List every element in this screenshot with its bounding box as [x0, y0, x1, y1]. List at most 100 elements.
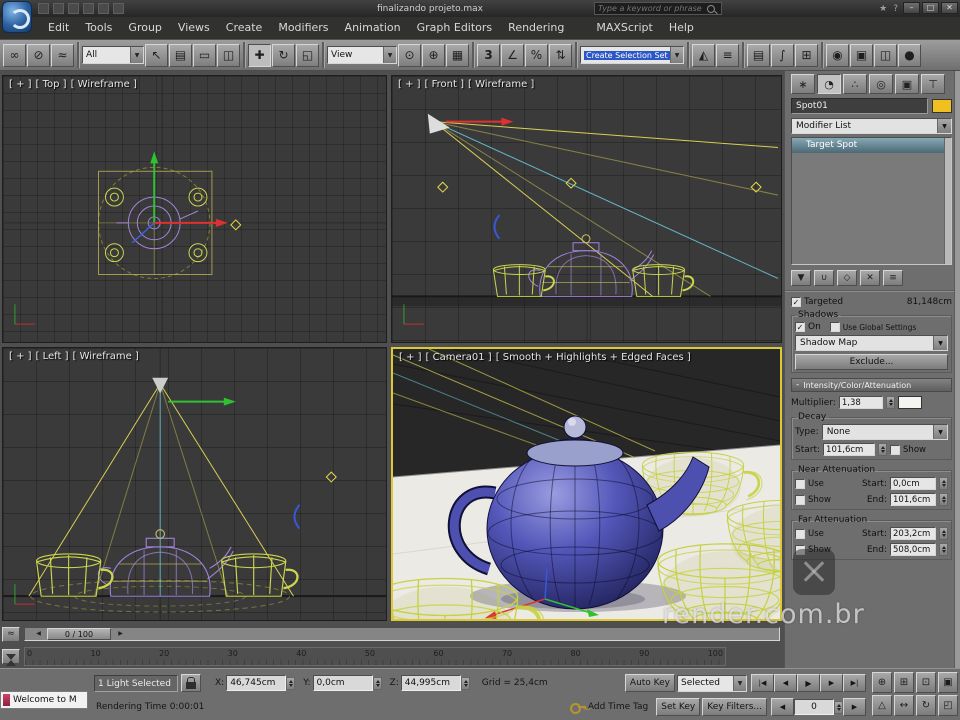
zoom-all-button[interactable]: ⊞	[894, 672, 914, 693]
minimize-button[interactable]: –	[903, 2, 920, 14]
menu-rendering[interactable]: Rendering	[500, 17, 572, 39]
stack-scrollbar[interactable]	[944, 138, 951, 264]
near-start-spinner[interactable]	[939, 477, 948, 490]
select-and-manipulate-button[interactable]: ⊕	[422, 43, 445, 67]
targeted-checkbox[interactable]: ✓	[791, 297, 801, 307]
chevron-down-icon[interactable]: ▼	[383, 47, 396, 63]
key-step-forward-button[interactable]: ▶	[843, 698, 866, 716]
x-spinner[interactable]	[286, 676, 296, 690]
maximize-button[interactable]: □	[922, 2, 939, 14]
titlebar-tool-icon[interactable]	[83, 3, 94, 14]
tab-hierarchy-icon[interactable]: ∴	[843, 74, 867, 94]
time-tag-hourglass-icon[interactable]	[2, 649, 20, 666]
key-filters-button[interactable]: Key Filters...	[702, 698, 767, 716]
render-setup-button[interactable]: ▣	[850, 43, 873, 67]
chevron-down-icon[interactable]: ▼	[933, 425, 947, 439]
go-to-end-button[interactable]: ▶|	[843, 674, 866, 692]
zoom-extents-all-button[interactable]: ▣	[938, 672, 958, 693]
near-show-checkbox[interactable]	[795, 494, 805, 505]
modifier-list-select[interactable]: Modifier List ▼	[791, 118, 952, 134]
far-start-field[interactable]: 203,2cm	[890, 527, 936, 540]
snap-toggle-3d-button[interactable]: 3	[477, 43, 500, 67]
decay-start-spinner[interactable]	[878, 443, 888, 456]
select-and-link-button[interactable]: ∞	[3, 43, 26, 67]
viewport-menu-shading[interactable]: [ Smooth + Highlights + Edged Faces ]	[496, 352, 691, 363]
titlebar-tool-icon[interactable]	[113, 3, 124, 14]
chevron-down-icon[interactable]: ▼	[933, 336, 947, 350]
favorites-star-icon[interactable]: ★	[879, 4, 887, 14]
key-selection-select[interactable]: Selected ▼	[677, 674, 747, 692]
z-coordinate-field[interactable]: 44,995cm	[400, 675, 461, 691]
near-end-field[interactable]: 101,6cm	[890, 493, 936, 506]
use-pivot-center-button[interactable]: ⊙	[398, 43, 421, 67]
viewport-front[interactable]: [ + ] [ Front ] [ Wireframe ]	[391, 75, 782, 343]
time-slider-handle[interactable]: 0 / 100	[47, 628, 111, 640]
shadows-on-checkbox[interactable]: ✓	[795, 322, 805, 332]
zoom-extents-button[interactable]: ⊡	[916, 672, 936, 693]
previous-frame-button[interactable]: ◀	[774, 674, 797, 692]
far-end-spinner[interactable]	[939, 543, 948, 556]
menu-tools[interactable]: Tools	[77, 17, 120, 39]
max-logo[interactable]	[2, 1, 32, 33]
align-button[interactable]: ≡	[716, 43, 739, 67]
auto-key-button[interactable]: Auto Key	[624, 674, 675, 692]
near-end-spinner[interactable]	[939, 493, 948, 506]
menu-views[interactable]: Views	[170, 17, 218, 39]
multiplier-spinner[interactable]	[885, 396, 895, 409]
far-start-spinner[interactable]	[939, 527, 948, 540]
search-icon[interactable]	[707, 4, 715, 13]
coordinate-system-select[interactable]: View ▼	[327, 46, 397, 64]
welcome-window-titlebar[interactable]: Welcome to M	[0, 691, 88, 709]
viewport-menu-shading[interactable]: [ Wireframe ]	[71, 79, 137, 90]
viewport-camera[interactable]: [ + ] [ Camera01 ] [ Smooth + Highlights…	[391, 347, 782, 621]
search-field[interactable]	[594, 2, 722, 15]
time-slider-next-icon[interactable]: ▶	[115, 629, 126, 639]
viewport-menu-name[interactable]: [ Camera01 ]	[426, 352, 492, 363]
command-panel-scrollbar[interactable]	[954, 71, 960, 668]
pan-button[interactable]: ↔	[894, 695, 914, 716]
menu-modifiers[interactable]: Modifiers	[270, 17, 336, 39]
viewport-menu-name[interactable]: [ Left ]	[36, 351, 69, 362]
decay-type-select[interactable]: None ▼	[821, 424, 948, 440]
viewport-menu-name[interactable]: [ Top ]	[36, 79, 67, 90]
layer-manager-button[interactable]: ▤	[747, 43, 770, 67]
close-button[interactable]: ✕	[941, 2, 958, 14]
tab-create-icon[interactable]: ∗	[791, 74, 815, 94]
frame-spinner[interactable]	[834, 700, 843, 714]
viewport-menu-plus[interactable]: [ + ]	[399, 352, 422, 363]
search-input[interactable]	[595, 4, 707, 13]
titlebar-tool-icon[interactable]	[68, 3, 79, 14]
play-button[interactable]: ▶	[797, 674, 820, 692]
viewport-menu-plus[interactable]: [ + ]	[9, 351, 32, 362]
exclude-button[interactable]: Exclude...	[795, 354, 948, 370]
schematic-view-button[interactable]: ⊞	[795, 43, 818, 67]
chevron-down-icon[interactable]: ▼	[733, 675, 746, 691]
far-end-field[interactable]: 508,0cm	[890, 543, 936, 556]
titlebar-tool-icon[interactable]	[38, 3, 49, 14]
near-start-field[interactable]: 0,0cm	[890, 477, 936, 490]
viewport-menu-shading[interactable]: [ Wireframe ]	[73, 351, 139, 362]
rollout-intensity-color-attenuation[interactable]: - Intensity/Color/Attenuation	[791, 378, 952, 392]
select-and-rotate-button[interactable]: ↻	[272, 43, 295, 67]
menu-edit[interactable]: Edit	[40, 17, 77, 39]
multiplier-field[interactable]: 1,38	[838, 396, 883, 409]
maximize-viewport-button[interactable]: ◰	[938, 695, 958, 716]
keyboard-override-button[interactable]: ▦	[446, 43, 469, 67]
selection-lock-button[interactable]	[181, 674, 201, 692]
y-coordinate-field[interactable]: 0,0cm	[312, 675, 373, 691]
mirror-button[interactable]: ◭	[692, 43, 715, 67]
go-to-start-button[interactable]: |◀	[751, 674, 774, 692]
track-bar-ruler[interactable]: 0 10 20 30 40 50 60 70 80 90 100	[24, 647, 726, 666]
menu-create[interactable]: Create	[218, 17, 271, 39]
x-coordinate-field[interactable]: 46,745cm	[226, 675, 287, 691]
y-spinner[interactable]	[372, 676, 382, 690]
remove-modifier-button[interactable]: ✕	[860, 270, 880, 286]
selection-filter-select[interactable]: All ▼	[82, 46, 144, 64]
next-frame-button[interactable]: ▶	[820, 674, 843, 692]
viewport-top[interactable]: [ + ] [ Top ] [ Wireframe ]	[2, 75, 387, 343]
bind-to-spacewarp-button[interactable]: ≈	[51, 43, 74, 67]
percent-snap-button[interactable]: %	[525, 43, 548, 67]
select-by-name-button[interactable]: ▤	[169, 43, 192, 67]
arc-rotate-button[interactable]: ↻	[916, 695, 936, 716]
titlebar-tool-icon[interactable]	[98, 3, 109, 14]
